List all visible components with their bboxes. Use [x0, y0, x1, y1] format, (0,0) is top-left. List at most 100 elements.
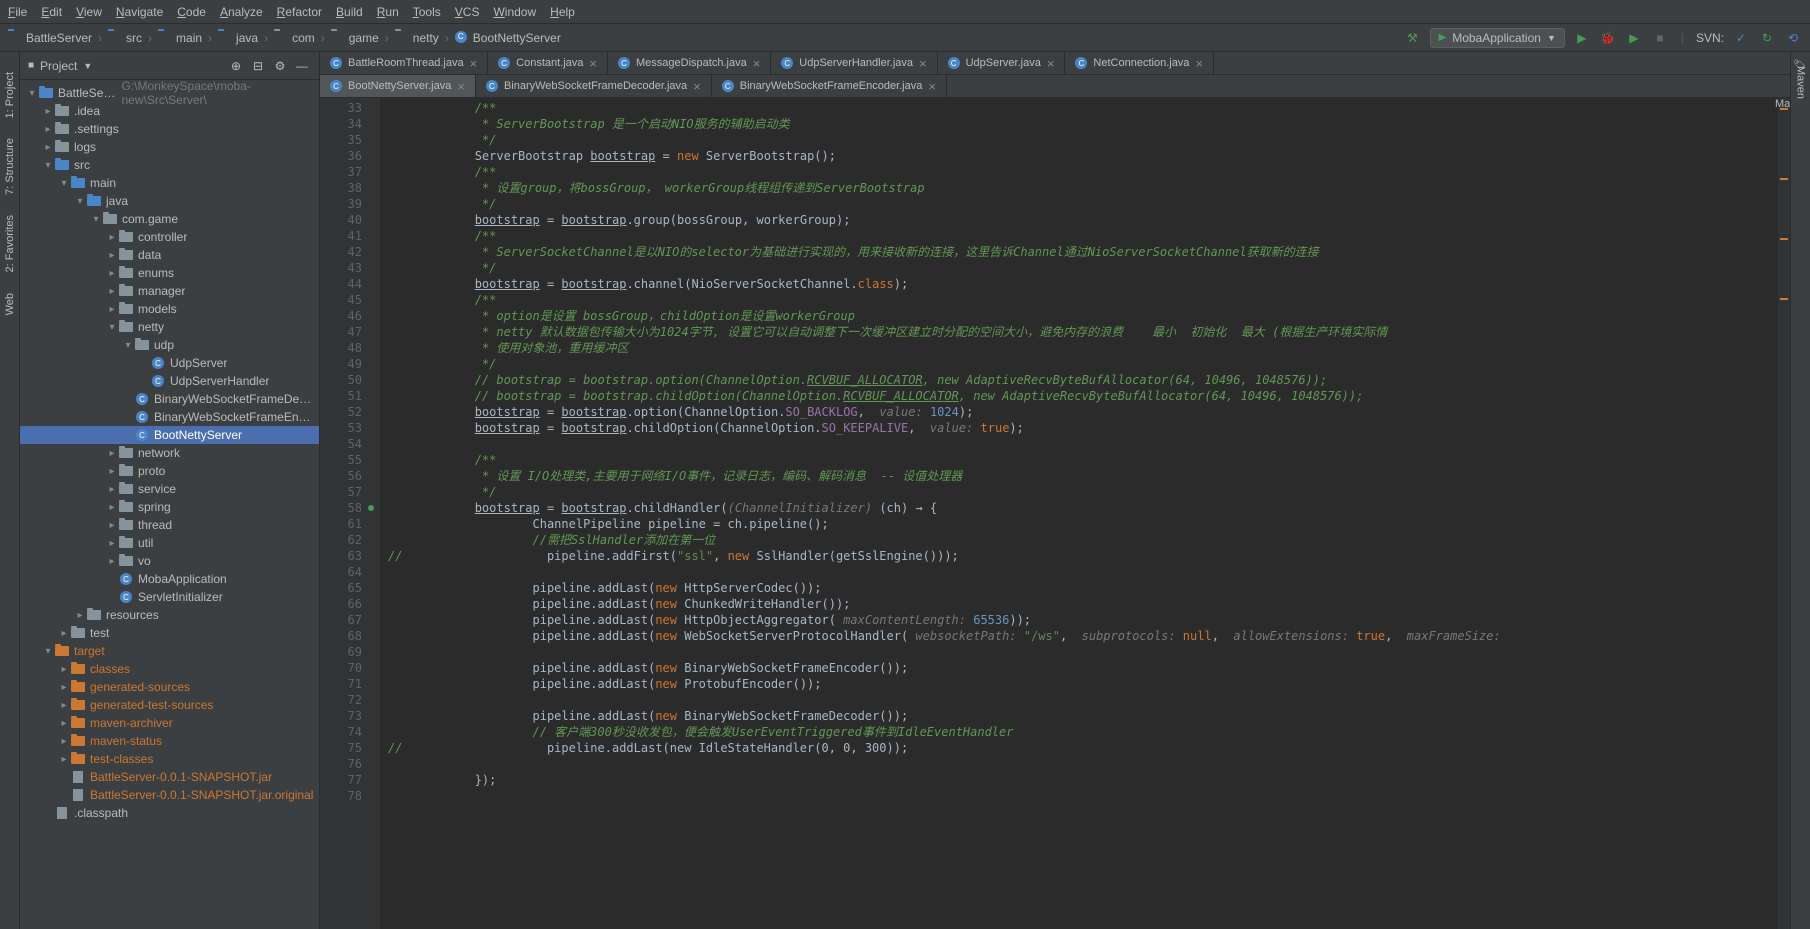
line-number[interactable]: 50 [320, 372, 362, 388]
line-number[interactable]: 63 [320, 548, 362, 564]
code-line[interactable]: * 设置group，将bossGroup， workerGroup线程组传递到S… [388, 180, 1790, 196]
code-line[interactable]: }); [388, 772, 1790, 788]
breadcrumb-item[interactable]: game [331, 31, 379, 45]
menu-run[interactable]: Run [377, 5, 399, 19]
close-icon[interactable]: × [470, 56, 478, 71]
breadcrumb-item[interactable]: java [218, 31, 258, 45]
expand-arrow-icon[interactable] [42, 159, 54, 171]
tree-node[interactable]: CBinaryWebSocketFrameEncoder [20, 408, 319, 426]
line-number[interactable]: 44 [320, 276, 362, 292]
code-line[interactable]: /** [388, 452, 1790, 468]
collapse-all-icon[interactable]: ⊟ [249, 57, 267, 75]
run-icon[interactable]: ▶ [1573, 29, 1591, 47]
line-number[interactable]: 71 [320, 676, 362, 692]
line-number[interactable]: 42 [320, 244, 362, 260]
code-line[interactable]: * netty 默认数据包传输大小为1024字节, 设置它可以自动调整下一次缓冲… [388, 324, 1790, 340]
line-number[interactable]: 58 [320, 500, 362, 516]
tree-node[interactable]: com.game [20, 210, 319, 228]
expand-arrow-icon[interactable] [106, 303, 118, 315]
expand-arrow-icon[interactable] [74, 195, 86, 207]
breadcrumb-item[interactable]: CBootNettyServer [455, 31, 561, 45]
tree-node[interactable]: thread [20, 516, 319, 534]
menu-refactor[interactable]: Refactor [277, 5, 322, 19]
expand-arrow-icon[interactable] [42, 105, 54, 117]
code-line[interactable] [388, 436, 1790, 452]
line-number[interactable]: 78 [320, 788, 362, 804]
code-line[interactable]: * 设置 I/O处理类,主要用于网络I/O事件，记录日志，编码、解码消息 -- … [388, 468, 1790, 484]
code-line[interactable]: */ [388, 484, 1790, 500]
code-line[interactable]: /** [388, 164, 1790, 180]
expand-arrow-icon[interactable] [58, 627, 70, 639]
line-number[interactable]: 43 [320, 260, 362, 276]
code-line[interactable]: bootstrap = bootstrap.childOption(Channe… [388, 420, 1790, 436]
code-line[interactable] [388, 788, 1790, 804]
editor-tab[interactable]: CUdpServer.java× [938, 52, 1066, 74]
menu-edit[interactable]: Edit [41, 5, 62, 19]
code-line[interactable] [388, 564, 1790, 580]
line-number[interactable]: 33 [320, 100, 362, 116]
line-number[interactable]: 39 [320, 196, 362, 212]
menu-view[interactable]: View [76, 5, 102, 19]
line-number[interactable]: 77 [320, 772, 362, 788]
side-tab-web[interactable]: Web [4, 293, 16, 315]
code-line[interactable]: pipeline.addLast(new BinaryWebSocketFram… [388, 708, 1790, 724]
tree-node[interactable]: resources [20, 606, 319, 624]
expand-arrow-icon[interactable] [106, 483, 118, 495]
tree-node[interactable]: BattleServerG:\MonkeySpace\moba-new\Src\… [20, 84, 319, 102]
line-number[interactable]: 62 [320, 532, 362, 548]
expand-arrow-icon[interactable] [58, 717, 70, 729]
line-number[interactable]: 75 [320, 740, 362, 756]
hide-icon[interactable]: — [293, 57, 311, 75]
code-line[interactable]: */ [388, 260, 1790, 276]
editor-tab[interactable]: CBattleRoomThread.java× [320, 52, 488, 74]
tree-node[interactable]: .classpath [20, 804, 319, 822]
menu-code[interactable]: Code [177, 5, 206, 19]
code-line[interactable] [388, 644, 1790, 660]
line-number[interactable]: 51 [320, 388, 362, 404]
coverage-icon[interactable]: ▶ [1625, 29, 1643, 47]
editor-tab[interactable]: CNetConnection.java× [1065, 52, 1214, 74]
tree-node[interactable]: test-classes [20, 750, 319, 768]
tree-node[interactable]: CUdpServer [20, 354, 319, 372]
tree-node[interactable]: CBootNettyServer [20, 426, 319, 444]
code-line[interactable]: // bootstrap = bootstrap.childOption(Cha… [388, 388, 1790, 404]
close-icon[interactable]: × [928, 79, 936, 94]
code-line[interactable]: /** [388, 228, 1790, 244]
menu-build[interactable]: Build [336, 5, 363, 19]
code-line[interactable]: ServerBootstrap bootstrap = new ServerBo… [388, 148, 1790, 164]
tree-node[interactable]: java [20, 192, 319, 210]
breadcrumb-item[interactable]: netty [395, 31, 439, 45]
expand-arrow-icon[interactable] [74, 609, 86, 621]
tree-node[interactable]: test [20, 624, 319, 642]
editor-tab[interactable]: CBinaryWebSocketFrameEncoder.java× [712, 75, 947, 97]
line-gutter[interactable]: 3334353637383940414243444546474849505152… [320, 98, 380, 929]
code-line[interactable]: */ [388, 196, 1790, 212]
tree-node[interactable]: main [20, 174, 319, 192]
line-number[interactable]: 47 [320, 324, 362, 340]
code-line[interactable]: // pipeline.addLast(new IdleStateHandler… [388, 740, 1790, 756]
menu-analyze[interactable]: Analyze [220, 5, 263, 19]
tree-node[interactable]: service [20, 480, 319, 498]
code-line[interactable]: bootstrap = bootstrap.group(bossGroup, w… [388, 212, 1790, 228]
line-number[interactable]: 40 [320, 212, 362, 228]
line-number[interactable]: 61 [320, 516, 362, 532]
side-tab-favorites[interactable]: 2: Favorites [4, 215, 16, 272]
breadcrumb-item[interactable]: com [274, 31, 315, 45]
expand-arrow-icon[interactable] [106, 537, 118, 549]
expand-arrow-icon[interactable] [26, 87, 38, 99]
project-tree[interactable]: BattleServerG:\MonkeySpace\moba-new\Src\… [20, 80, 319, 929]
line-number[interactable]: 66 [320, 596, 362, 612]
expand-arrow-icon[interactable] [106, 501, 118, 513]
tree-node[interactable]: generated-sources [20, 678, 319, 696]
menu-window[interactable]: Window [493, 5, 536, 19]
line-number[interactable]: 65 [320, 580, 362, 596]
line-number[interactable]: 52 [320, 404, 362, 420]
close-icon[interactable]: × [919, 56, 927, 71]
expand-arrow-icon[interactable] [42, 141, 54, 153]
vcs-revert-icon[interactable]: ⟲ [1784, 29, 1802, 47]
code-line[interactable]: * ServerSocketChannel是以NIO的selector为基础进行… [388, 244, 1790, 260]
vcs-commit-icon[interactable]: ↻ [1758, 29, 1776, 47]
line-number[interactable]: 64 [320, 564, 362, 580]
tree-node[interactable]: util [20, 534, 319, 552]
code-line[interactable]: pipeline.addLast(new ChunkedWriteHandler… [388, 596, 1790, 612]
